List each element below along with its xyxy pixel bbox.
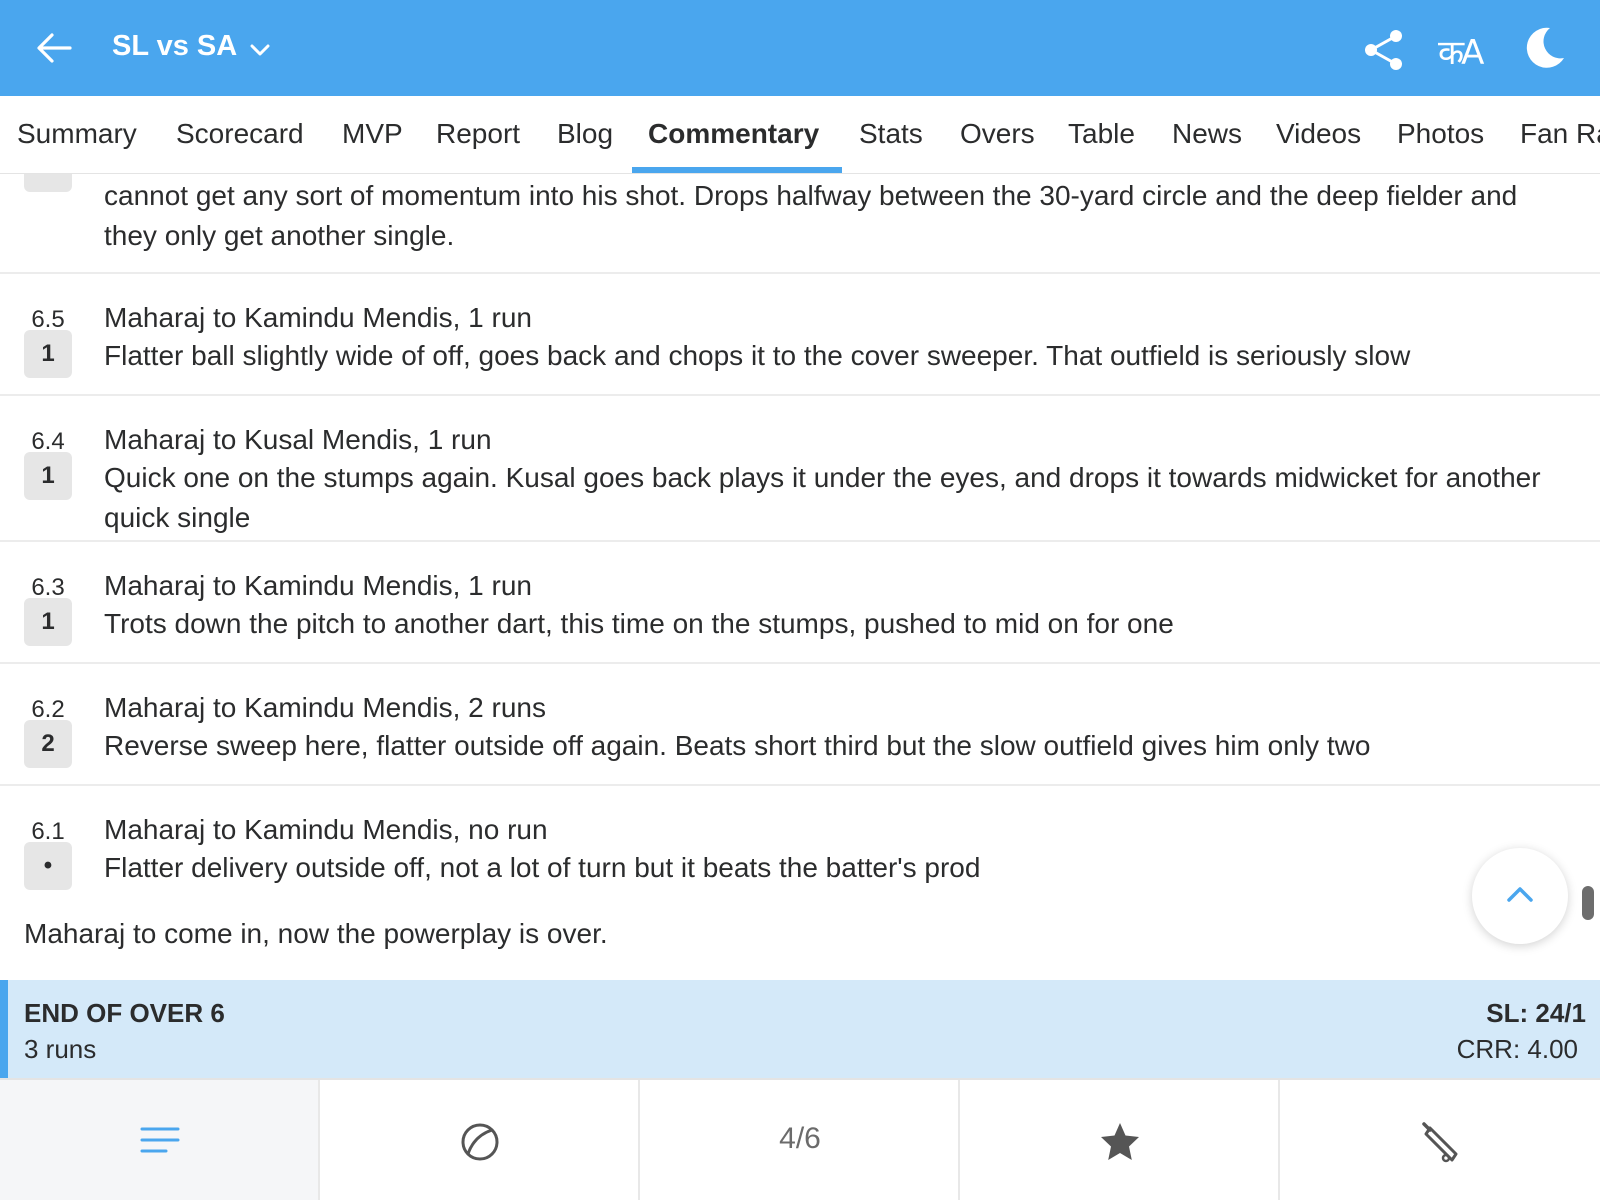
commentary-headline: Maharaj to Kamindu Mendis, 2 runs [104,692,546,723]
commentary-headline: Maharaj to Kamindu Mendis, 1 run [104,302,532,333]
tab-commentary[interactable]: Commentary [648,118,819,150]
tab-overs[interactable]: Overs [960,118,1035,150]
tab-blog[interactable]: Blog [557,118,613,150]
tab-fan-ratings[interactable]: Fan Ra [1520,118,1600,150]
commentary-feed[interactable]: cannot get any sort of momentum into his… [0,174,1600,1074]
nav-commentary-feed[interactable] [0,1080,320,1200]
nav-highlights[interactable] [960,1080,1280,1200]
menu-lines-icon [140,1127,180,1153]
end-of-over-summary: END OF OVER 6 3 runs SL: 24/1 CRR: 4.00 [0,980,1600,1078]
ball-icon [461,1123,499,1161]
ball-result-chip: 1 [24,452,72,500]
commentary-item: 6.5 1 Maharaj to Kamindu Mendis, 1 run F… [0,274,1600,396]
commentary-headline: Maharaj to Kamindu Mendis, 1 run [104,570,532,601]
over-end-title: END OF OVER 6 [24,998,225,1028]
commentary-text: Quick one on the stumps again. Kusal goe… [104,462,1541,533]
commentary-item: cannot get any sort of momentum into his… [0,174,1600,274]
ball-result-chip: 2 [24,720,72,768]
commentary-note: Maharaj to come in, now the powerplay is… [24,918,608,949]
ball-result-chip [24,174,72,192]
commentary-text: cannot get any sort of momentum into his… [104,180,1518,251]
language-icon[interactable]: कA [1438,28,1484,74]
app-header: SL vs SA कA [0,0,1600,96]
nav-ball-by-ball[interactable] [320,1080,640,1200]
star-icon [1101,1123,1139,1160]
ball-result-chip: 1 [24,598,72,646]
active-tab-indicator [632,167,842,173]
scroll-to-top-button[interactable] [1472,848,1568,944]
share-icon[interactable] [1362,28,1406,72]
tab-table[interactable]: Table [1068,118,1135,150]
commentary-text: Flatter ball slightly wide of off, goes … [104,340,1411,371]
commentary-text: Flatter delivery outside off, not a lot … [104,852,981,883]
tab-summary[interactable]: Summary [17,118,137,150]
ball-result-chip: • [24,842,72,890]
tab-report[interactable]: Report [436,118,520,150]
match-title[interactable]: SL vs SA [112,30,237,63]
commentary-text: Reverse sweep here, flatter outside off … [104,730,1371,761]
team-score: SL: 24/1 [1486,998,1586,1028]
current-run-rate: CRR: 4.00 [1456,1034,1578,1064]
commentary-item: 6.2 2 Maharaj to Kamindu Mendis, 2 runs … [0,664,1600,786]
chevron-down-icon[interactable] [248,38,272,62]
tab-mvp[interactable]: MVP [342,118,403,150]
commentary-headline: Maharaj to Kamindu Mendis, no run [104,814,548,845]
tab-scorecard[interactable]: Scorecard [176,118,304,150]
match-tabs: Summary Scorecard MVP Report Blog Commen… [0,96,1600,174]
over-runs: 3 runs [24,1034,97,1064]
scrollbar-thumb[interactable] [1582,886,1594,920]
moon-icon[interactable] [1520,24,1568,72]
back-arrow-icon[interactable] [34,28,74,68]
nav-batting[interactable] [1280,1080,1600,1200]
tab-stats[interactable]: Stats [859,118,923,150]
commentary-headline: Maharaj to Kusal Mendis, 1 run [104,424,492,455]
commentary-item: 6.1 • Maharaj to Kamindu Mendis, no run … [0,786,1600,902]
bottom-navigation: 4/6 [0,1078,1600,1200]
page-counter: 4/6 [779,1122,821,1155]
tab-photos[interactable]: Photos [1397,118,1484,150]
tab-news[interactable]: News [1172,118,1242,150]
tab-videos[interactable]: Videos [1276,118,1361,150]
chevron-up-icon [1507,887,1533,902]
nav-page-counter[interactable]: 4/6 [640,1080,960,1200]
commentary-item: 6.4 1 Maharaj to Kusal Mendis, 1 run Qui… [0,396,1600,542]
ball-result-chip: 1 [24,330,72,378]
bat-icon [1422,1122,1458,1163]
commentary-item: 6.3 1 Maharaj to Kamindu Mendis, 1 run T… [0,542,1600,664]
commentary-text: Trots down the pitch to another dart, th… [104,608,1174,639]
